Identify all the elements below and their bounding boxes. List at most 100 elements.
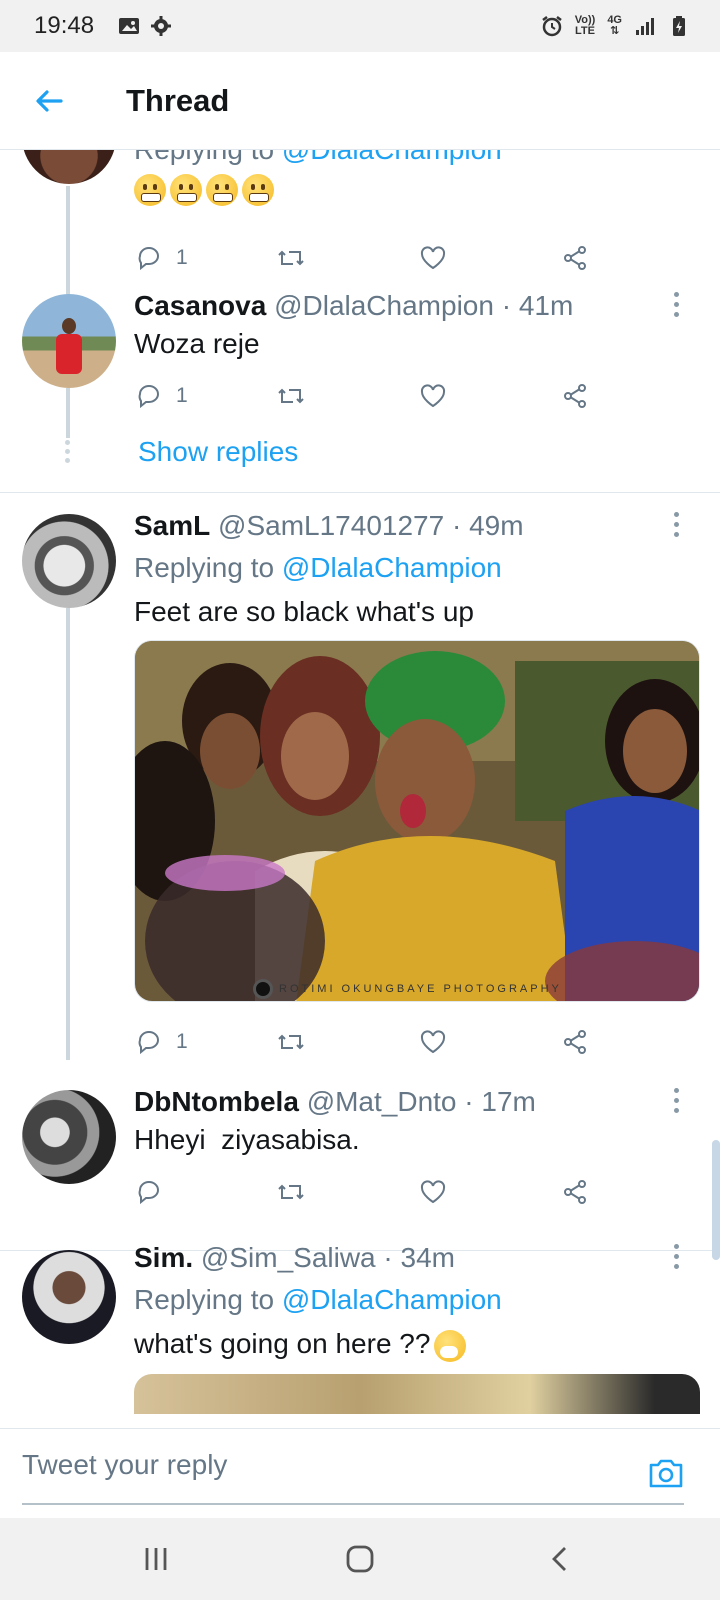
replying-handle-link[interactable]: @DlalaChampion	[282, 552, 502, 583]
thread-line	[66, 388, 70, 438]
like-button[interactable]	[418, 1022, 448, 1062]
tweet-time: 49m	[469, 510, 524, 541]
gallery-icon	[119, 18, 140, 34]
camera-icon	[649, 1459, 683, 1488]
share-button[interactable]	[560, 238, 590, 278]
back-nav-button[interactable]	[540, 1542, 580, 1576]
grimace-emoji-icon	[170, 173, 202, 206]
back-chevron-icon	[552, 1547, 566, 1571]
retweet-button[interactable]	[276, 1022, 306, 1062]
volte-indicator: Vo)) LTE	[574, 14, 596, 37]
tweet[interactable]: SamL @SamL17401277 · 49m Replying to @Dl…	[0, 510, 720, 1060]
reply-count: 1	[176, 246, 188, 269]
tweet-time: 17m	[481, 1086, 536, 1117]
tweet-actions	[134, 1172, 614, 1212]
reply-button[interactable]: 1	[134, 376, 188, 416]
system-navigation-bar	[0, 1518, 720, 1600]
tweet-actions: 1	[134, 1022, 614, 1062]
watermark-logo-icon	[253, 979, 273, 999]
avatar[interactable]	[22, 150, 116, 184]
author-name[interactable]: SamL	[134, 510, 210, 541]
like-icon	[420, 246, 446, 270]
more-options-icon[interactable]	[672, 1088, 680, 1118]
like-icon	[420, 1180, 446, 1204]
retweet-icon	[278, 1184, 304, 1200]
thread-feed[interactable]: Replying to @DlalaChampion 1	[0, 150, 720, 1428]
tweet[interactable]: DbNtombela @Mat_Dnto · 17m Hheyi ziyasab…	[0, 1086, 720, 1226]
author-handle: @Mat_Dnto	[306, 1086, 457, 1117]
share-button[interactable]	[560, 1172, 590, 1212]
tweet-text: what's going on here ??	[134, 1328, 431, 1359]
author-name[interactable]: Sim.	[134, 1242, 193, 1273]
network-4g-indicator: 4G ⇅	[607, 14, 622, 37]
reply-icon	[138, 247, 159, 271]
grimace-emoji-icon	[134, 173, 166, 206]
back-button[interactable]	[24, 76, 74, 126]
reply-button[interactable]: 1	[134, 1022, 188, 1062]
retweet-button[interactable]	[276, 238, 306, 278]
retweet-icon	[278, 388, 304, 404]
thread-header: Thread	[0, 52, 720, 150]
tweet[interactable]: Replying to @DlalaChampion 1	[0, 150, 720, 326]
reply-count: 1	[176, 384, 188, 407]
reply-icon	[138, 1181, 159, 1205]
avatar[interactable]	[22, 514, 116, 608]
like-icon	[420, 384, 446, 408]
scrollbar[interactable]	[712, 1140, 720, 1260]
replying-to: Replying to @DlalaChampion	[134, 552, 502, 583]
replying-to: Replying to @DlalaChampion	[134, 1284, 502, 1315]
reply-input[interactable]: Tweet your reply	[22, 1449, 227, 1481]
avatar[interactable]	[22, 1250, 116, 1344]
like-button[interactable]	[418, 238, 448, 278]
replying-handle-link[interactable]: @DlalaChampion	[282, 150, 502, 165]
camera-button[interactable]	[646, 1453, 686, 1493]
reply-button[interactable]: 1	[134, 238, 188, 278]
reply-button[interactable]	[134, 1172, 176, 1212]
avatar[interactable]	[22, 1090, 116, 1184]
reply-composer: Tweet your reply	[0, 1428, 720, 1518]
share-button[interactable]	[560, 376, 590, 416]
author-name[interactable]: Casanova	[134, 290, 266, 321]
more-options-icon[interactable]	[672, 512, 680, 542]
photo-image	[135, 641, 699, 1001]
reply-icon	[138, 1031, 159, 1055]
retweet-icon	[278, 250, 304, 266]
tweet-image[interactable]	[134, 1374, 700, 1414]
tweet[interactable]: Sim. @Sim_Saliwa · 34m Replying to @Dlal…	[0, 1242, 720, 1428]
tweet-time: 41m	[518, 290, 574, 321]
author-handle: @DlalaChampion	[274, 290, 494, 321]
more-options-icon[interactable]	[672, 1244, 680, 1274]
retweet-button[interactable]	[276, 376, 306, 416]
tweet-actions: 1	[134, 238, 614, 278]
avatar[interactable]	[22, 294, 116, 388]
share-icon	[564, 1030, 586, 1054]
signal-icon	[636, 18, 654, 35]
share-icon	[564, 384, 586, 408]
share-icon	[564, 246, 586, 270]
share-button[interactable]	[560, 1022, 590, 1062]
tweet-author-row: DbNtombela @Mat_Dnto · 17m	[134, 1086, 536, 1117]
show-replies-link[interactable]: Show replies	[138, 436, 298, 468]
replying-handle-link[interactable]: @DlalaChampion	[282, 1284, 502, 1315]
replying-to: Replying to @DlalaChampion	[134, 150, 502, 166]
tweet[interactable]: Casanova @DlalaChampion · 41m Woza reje …	[0, 290, 720, 490]
status-bar: 19:48 Vo)) LTE 4G ⇅	[0, 0, 720, 52]
like-button[interactable]	[418, 1172, 448, 1212]
tweet-actions: 1	[134, 376, 614, 416]
tweet-author-row: SamL @SamL17401277 · 49m	[134, 510, 524, 541]
more-options-icon[interactable]	[672, 292, 680, 322]
home-button[interactable]	[340, 1542, 380, 1576]
tweet-text-row: what's going on here ??	[134, 1328, 467, 1362]
author-handle: @Sim_Saliwa	[200, 1242, 376, 1273]
tweet-image[interactable]: ROTIMI OKUNGBAYE PHOTOGRAPHY	[134, 640, 700, 1002]
retweet-button[interactable]	[276, 1172, 306, 1212]
input-underline	[22, 1503, 684, 1505]
home-icon	[346, 1545, 374, 1573]
status-time: 19:48	[34, 12, 95, 39]
recent-apps-button[interactable]	[136, 1542, 176, 1576]
like-button[interactable]	[418, 376, 448, 416]
author-name[interactable]: DbNtombela	[134, 1086, 299, 1117]
sneezing-face-emoji-icon	[434, 1329, 467, 1362]
tweet-emoji-text	[134, 172, 278, 206]
page-title: Thread	[126, 82, 230, 118]
